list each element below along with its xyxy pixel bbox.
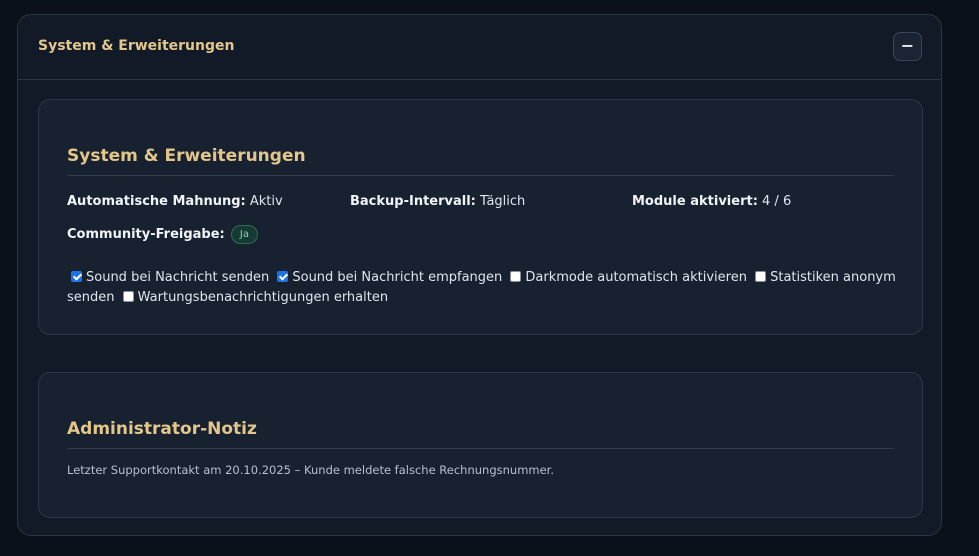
field-value: Aktiv xyxy=(249,194,283,209)
checkbox-item[interactable]: Darkmode automatisch aktivieren xyxy=(506,270,747,285)
checkbox-label[interactable]: Sound bei Nachricht empfangen xyxy=(292,270,502,285)
divider xyxy=(67,448,894,449)
divider xyxy=(67,175,894,176)
panel-header: System & Erweiterungen − xyxy=(18,15,941,80)
checkbox-maintenance[interactable] xyxy=(122,291,134,302)
checkbox-item[interactable]: Wartungsbenachrichtigungen erhalten xyxy=(119,290,388,305)
checkbox-list: Sound bei Nachricht senden Sound bei Nac… xyxy=(67,268,897,308)
field-backup-interval: Backup-Intervall: Täglich xyxy=(350,194,525,209)
checkbox-item[interactable]: Sound bei Nachricht empfangen xyxy=(273,270,502,285)
checkbox-label[interactable]: Sound bei Nachricht senden xyxy=(86,270,269,285)
checkbox-darkmode[interactable] xyxy=(510,271,522,282)
checkbox-sound-receive[interactable] xyxy=(277,271,289,282)
field-community-sharing: Community-Freigabe: Ja xyxy=(67,225,258,244)
field-label: Module aktiviert: xyxy=(632,194,758,209)
system-card: System & Erweiterungen Automatische Mahn… xyxy=(38,99,923,335)
field-value: 4 / 6 xyxy=(762,194,792,209)
field-label: Backup-Intervall: xyxy=(350,194,476,209)
checkbox-statistics[interactable] xyxy=(755,271,767,282)
checkbox-item[interactable]: Sound bei Nachricht senden xyxy=(67,270,269,285)
field-automatic-reminder: Automatische Mahnung: Aktiv xyxy=(67,194,283,209)
admin-note-text: Letzter Supportkontakt am 20.10.2025 – K… xyxy=(67,463,555,477)
field-label: Automatische Mahnung: xyxy=(67,194,246,209)
field-label: Community-Freigabe: xyxy=(67,227,225,242)
checkbox-label[interactable]: Wartungsbenachrichtigungen erhalten xyxy=(138,290,388,305)
checkbox-label[interactable]: Darkmode automatisch aktivieren xyxy=(525,270,747,285)
checkbox-sound-send[interactable] xyxy=(71,271,82,282)
system-extensions-panel: System & Erweiterungen − System & Erweit… xyxy=(17,14,942,536)
field-value: Täglich xyxy=(480,194,526,209)
system-card-title: System & Erweiterungen xyxy=(67,146,306,166)
admin-note-title: Administrator-Notiz xyxy=(67,419,257,439)
collapse-button[interactable]: − xyxy=(893,32,922,61)
field-modules-active: Module aktiviert: 4 / 6 xyxy=(632,194,791,209)
panel-title: System & Erweiterungen xyxy=(38,38,235,54)
admin-note-card: Administrator-Notiz Letzter Supportkonta… xyxy=(38,372,923,518)
status-badge: Ja xyxy=(230,225,258,244)
